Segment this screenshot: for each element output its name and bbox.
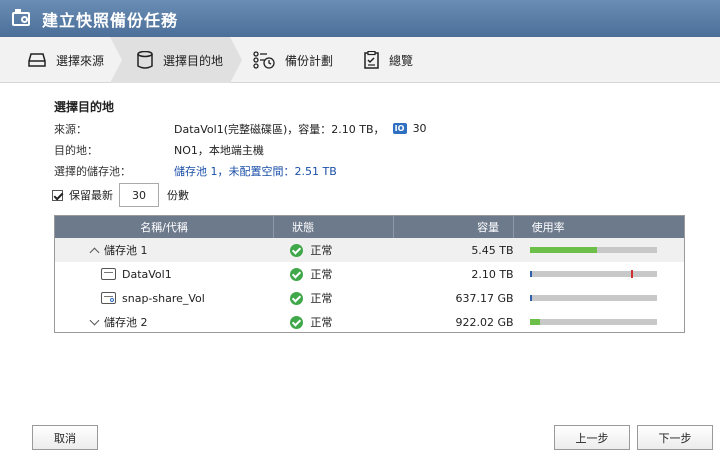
step-select-destination[interactable]: 選擇目的地 — [137, 37, 223, 83]
row-status: 正常 — [310, 292, 333, 305]
destination-panel: 選擇目的地 來源： DataVol1(完整磁碟區)，容量：2.10 TB， IO… — [52, 98, 694, 209]
status-ok-icon — [290, 291, 304, 305]
row-name: DataVol1 — [122, 267, 172, 281]
snapshot-volume-icon — [101, 292, 116, 304]
step-label: 備份計劃 — [285, 53, 334, 68]
row-capacity: 637.17 GB — [455, 291, 514, 305]
status-ok-icon — [290, 243, 304, 257]
usage-bar — [529, 319, 657, 325]
keep-latest-label: 保留最新 — [69, 189, 113, 202]
row-status: 正常 — [310, 268, 333, 281]
column-header-usage[interactable]: 使用率 — [514, 216, 684, 238]
row-name: 儲存池 2 — [104, 316, 148, 329]
step-label: 選擇目的地 — [163, 53, 224, 68]
snapshot-backup-icon — [12, 8, 32, 28]
next-button[interactable]: 下一步 — [637, 425, 713, 450]
row-capacity: 922.02 GB — [455, 315, 514, 329]
table-row[interactable]: 儲存池 2 正常 922.02 GB — [55, 310, 684, 334]
table-row[interactable]: snap-share_Vol 正常 637.17 GB — [55, 286, 684, 310]
column-header-capacity[interactable]: 容量 — [394, 216, 514, 238]
clipboard-icon — [364, 51, 379, 69]
expand-icon[interactable] — [89, 315, 100, 325]
destination-label: 目的地： — [54, 143, 98, 157]
source-value: DataVol1(完整磁碟區)，容量：2.10 TB， IO 30 — [174, 122, 427, 136]
table-header: 名稱/代稱 狀態 容量 使用率 — [55, 216, 684, 238]
cancel-button[interactable]: 取消 — [32, 425, 98, 450]
schedule-icon — [253, 51, 275, 69]
threshold-marker — [631, 270, 634, 278]
row-name: snap-share_Vol — [122, 291, 205, 305]
status-ok-icon — [290, 267, 304, 281]
database-icon — [137, 51, 153, 69]
keep-latest-row: 保留最新 份數 — [52, 181, 694, 209]
source-row: 來源： DataVol1(完整磁碟區)，容量：2.10 TB， IO 30 — [54, 118, 694, 139]
row-name: 儲存池 1 — [104, 244, 148, 257]
row-capacity: 5.45 TB — [471, 243, 514, 257]
step-label: 選擇來源 — [56, 53, 105, 68]
status-ok-icon — [290, 315, 304, 329]
destination-row: 目的地： NO1，本地端主機 — [54, 139, 694, 160]
snapshot-count: 30 — [412, 122, 427, 135]
title-bar: 建立快照備份任務 — [0, 0, 720, 37]
window-title: 建立快照備份任務 — [42, 10, 179, 30]
step-backup-schedule[interactable]: 備份計劃 — [253, 37, 333, 83]
keep-latest-checkbox[interactable] — [52, 189, 63, 201]
section-title: 選擇目的地 — [54, 100, 115, 114]
source-label: 來源： — [54, 122, 87, 136]
step-select-source[interactable]: 選擇來源 — [28, 37, 104, 83]
volume-icon — [101, 268, 116, 280]
keep-unit-label: 份數 — [167, 189, 189, 202]
usage-bar — [529, 270, 657, 278]
step-summary[interactable]: 總覽 — [364, 37, 413, 83]
usage-bar — [529, 247, 657, 253]
column-header-name[interactable]: 名稱/代稱 — [55, 216, 275, 238]
wizard-steps: 選擇來源 選擇目的地 備份計劃 總覽 — [0, 37, 720, 83]
destination-value: NO1，本地端主機 — [174, 143, 264, 157]
storage-pool-label: 選擇的儲存池： — [54, 164, 131, 178]
storage-table: 名稱/代稱 狀態 容量 使用率 儲存池 1 正常 5.45 TB DataVol… — [54, 215, 685, 333]
drive-icon — [28, 53, 46, 67]
step-label: 總覽 — [389, 53, 414, 68]
row-status: 正常 — [310, 316, 333, 329]
table-row[interactable]: DataVol1 正常 2.10 TB — [55, 262, 684, 286]
collapse-icon[interactable] — [89, 247, 100, 257]
back-button[interactable]: 上一步 — [554, 425, 630, 450]
usage-bar — [529, 295, 657, 301]
row-capacity: 2.10 TB — [471, 267, 514, 281]
row-status: 正常 — [310, 244, 333, 257]
snapshot-icon: IO — [392, 123, 407, 134]
storage-pool-row: 選擇的儲存池： 儲存池 1，未配置空間：2.51 TB — [54, 160, 694, 181]
keep-count-input[interactable] — [119, 183, 159, 207]
storage-pool-value: 儲存池 1，未配置空間：2.51 TB — [174, 164, 337, 178]
table-row[interactable]: 儲存池 1 正常 5.45 TB — [55, 238, 684, 262]
column-header-status[interactable]: 狀態 — [274, 216, 394, 238]
